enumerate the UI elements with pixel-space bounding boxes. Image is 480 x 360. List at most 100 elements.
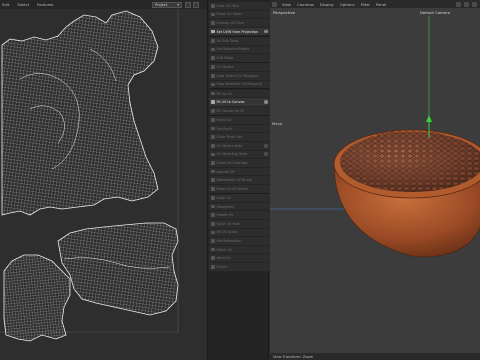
vp-menu-filter[interactable]: Filter bbox=[361, 2, 370, 7]
command-icon bbox=[211, 39, 215, 43]
command-icon bbox=[211, 21, 215, 25]
command-item[interactable]: Weld UV bbox=[209, 254, 269, 262]
command-item[interactable]: Auto Select UV Polygons bbox=[209, 72, 269, 80]
uv-island-upper bbox=[1, 10, 159, 216]
command-item[interactable]: Fill UV Scale bbox=[209, 228, 269, 237]
command-item[interactable]: Pin to UV bbox=[209, 89, 269, 98]
uv-editor-panel: Edit Select Features Project ▾ bbox=[0, 0, 207, 360]
command-label: Weld UV bbox=[216, 256, 231, 261]
vp-menu-view[interactable]: View bbox=[282, 2, 291, 7]
command-item[interactable]: UV Modeling Tools bbox=[209, 150, 269, 159]
command-icon bbox=[211, 29, 215, 34]
vp-menu-panel[interactable]: Panel bbox=[376, 2, 386, 7]
command-label: Auto UV Pack bbox=[216, 3, 240, 8]
command-label: UV Modes Auto bbox=[216, 143, 243, 148]
command-label: Fit Canvas to UV bbox=[216, 108, 245, 113]
uv-menu-select[interactable]: Select bbox=[17, 2, 29, 7]
uv-menu-edit[interactable]: Edit bbox=[2, 2, 9, 7]
viewport-menubar: View Cameras Display Options Filter Pane… bbox=[270, 0, 480, 8]
command-item[interactable]: Fit UV to Canvas bbox=[209, 98, 269, 106]
command-item[interactable]: Set Relaxation bbox=[209, 237, 269, 245]
viewport-scene[interactable] bbox=[270, 16, 480, 354]
command-item[interactable]: Stitch UV bbox=[209, 245, 269, 254]
viewport-statusbar: View Transform: Zoom bbox=[270, 353, 480, 360]
command-label: Remember UV Brush bbox=[216, 178, 252, 183]
uv-mode-dropdown[interactable]: Project ▾ bbox=[152, 1, 182, 8]
command-item[interactable]: Show UV Overlaps bbox=[209, 159, 269, 167]
uv-canvas[interactable] bbox=[0, 9, 207, 360]
command-item[interactable]: UV Modes bbox=[209, 63, 269, 71]
command-item[interactable]: Stop Realtime UV Mapping bbox=[209, 80, 269, 89]
command-icon bbox=[211, 82, 215, 87]
vp-zoom-icon[interactable] bbox=[464, 1, 469, 7]
command-icon bbox=[211, 118, 215, 122]
command-icon bbox=[211, 152, 215, 157]
command-icon bbox=[211, 230, 215, 235]
vp-nav-icon[interactable] bbox=[456, 1, 461, 7]
command-label: Relax UV bbox=[216, 117, 232, 122]
tool-label: Move bbox=[272, 121, 283, 126]
command-label: UV Modeling Tools bbox=[216, 152, 248, 157]
move-gizmo-y-arrow bbox=[426, 115, 432, 122]
gear-icon[interactable] bbox=[263, 143, 268, 148]
command-item[interactable]: Reset to UV Island bbox=[209, 185, 269, 193]
gear-icon[interactable] bbox=[263, 152, 268, 157]
command-item[interactable]: Relax UV bbox=[209, 116, 269, 124]
command-icon bbox=[211, 100, 215, 104]
command-item[interactable]: Clear Pinch Set bbox=[209, 133, 269, 141]
gear-icon[interactable] bbox=[263, 100, 268, 104]
command-icon bbox=[211, 144, 215, 148]
chevron-down-icon: ▾ bbox=[177, 2, 179, 7]
command-label: Straighten bbox=[216, 204, 235, 209]
command-icon bbox=[211, 196, 215, 200]
command-label: Auto Select UV Polygons bbox=[216, 73, 258, 78]
command-icon bbox=[211, 169, 215, 174]
command-label: Islands Off bbox=[216, 169, 235, 174]
command-item[interactable]: Fit Canvas to UV bbox=[209, 107, 269, 115]
uv-grid-icon[interactable] bbox=[185, 1, 191, 8]
vp-layout-icon[interactable] bbox=[472, 1, 477, 7]
command-item[interactable]: Islands Off bbox=[209, 167, 269, 176]
command-label: Set UVW from Projection bbox=[216, 29, 259, 34]
command-item[interactable]: Edit Mode bbox=[209, 54, 269, 62]
command-item[interactable]: Straighten bbox=[209, 202, 269, 211]
command-label: Align UV bbox=[216, 195, 231, 200]
command-item[interactable]: UV Edit Tools bbox=[209, 37, 269, 45]
command-item[interactable]: Remember UV Brush bbox=[209, 176, 269, 184]
uv-menu-features[interactable]: Features bbox=[37, 2, 53, 7]
viewport-3d[interactable]: View Cameras Display Options Filter Pane… bbox=[270, 0, 480, 360]
camera-label[interactable]: Default Camera bbox=[420, 10, 450, 15]
command-icon bbox=[211, 256, 215, 260]
gear-icon[interactable] bbox=[263, 29, 268, 34]
view-icon[interactable] bbox=[272, 1, 277, 7]
command-item[interactable]: Relax UV Mesh bbox=[209, 10, 269, 19]
uv-texture-icon[interactable] bbox=[193, 1, 199, 8]
command-item[interactable]: Unwrap UV Face bbox=[209, 19, 269, 27]
uv-menubar: Edit Select Features Project ▾ bbox=[0, 0, 207, 9]
command-item[interactable]: Align UV bbox=[209, 194, 269, 202]
beans-top bbox=[364, 130, 456, 158]
command-label: UV Edit Tools bbox=[216, 38, 239, 43]
command-icon bbox=[211, 161, 215, 165]
command-item[interactable]: Auto UV Pack bbox=[209, 2, 269, 10]
vp-menu-options[interactable]: Options bbox=[340, 2, 355, 7]
command-item[interactable]: Rotate UV bbox=[209, 211, 269, 219]
command-item[interactable]: Set UVW from Projection bbox=[209, 27, 269, 36]
command-icon bbox=[211, 187, 215, 191]
projection-label[interactable]: Perspective bbox=[273, 10, 295, 15]
vp-menu-display[interactable]: Display bbox=[320, 2, 334, 7]
command-icon bbox=[211, 126, 215, 131]
command-item[interactable]: Set Pinch bbox=[209, 124, 269, 133]
command-label: Fill UV Scale bbox=[216, 230, 238, 235]
command-item[interactable]: Set Selected Edges bbox=[209, 45, 269, 54]
command-icon bbox=[211, 47, 215, 52]
command-label: Scale UV Feat bbox=[216, 221, 240, 226]
vp-menu-cameras[interactable]: Cameras bbox=[297, 2, 314, 7]
command-item[interactable]: Scale UV Feat bbox=[209, 220, 269, 228]
command-icon bbox=[211, 204, 215, 209]
command-label: Set Selected Edges bbox=[216, 47, 250, 52]
uv-island-lower-left bbox=[3, 254, 71, 342]
command-label: Stitch UV bbox=[216, 247, 233, 252]
command-item[interactable]: UV Modes Auto bbox=[209, 142, 269, 150]
command-item[interactable]: Shrink bbox=[209, 263, 269, 271]
